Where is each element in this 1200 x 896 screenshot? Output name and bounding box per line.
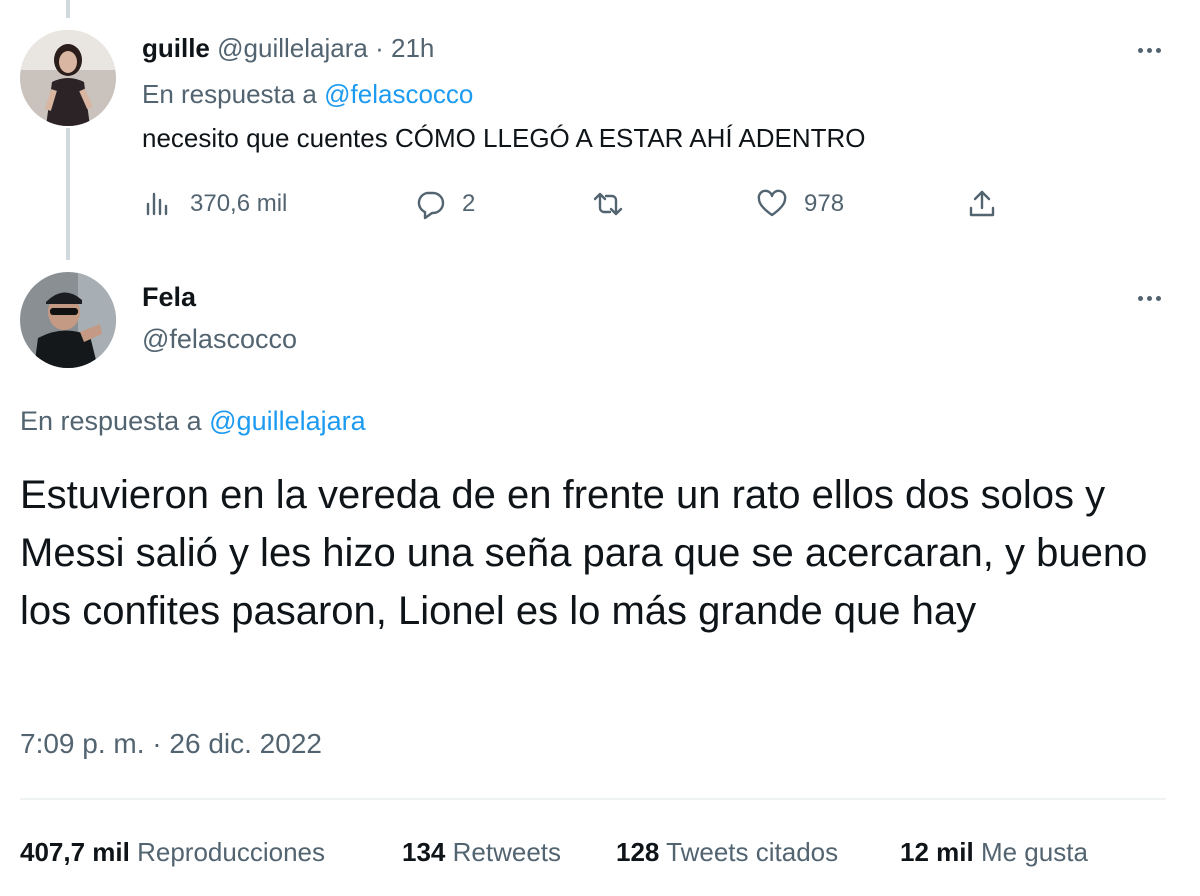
reply-action-bar: 370,6 mil 2 978 bbox=[142, 186, 1012, 222]
stat-quotes-label: Tweets citados bbox=[666, 837, 839, 867]
views-icon bbox=[146, 192, 168, 216]
reply-icon bbox=[417, 191, 445, 220]
stat-likes-label: Me gusta bbox=[980, 837, 1088, 867]
reply-more-button[interactable] bbox=[1132, 40, 1166, 60]
more-dot-icon bbox=[1155, 295, 1161, 301]
more-dot-icon bbox=[1137, 295, 1143, 301]
avatar-guille[interactable] bbox=[20, 30, 116, 126]
heart-icon bbox=[757, 189, 787, 217]
main-author-name[interactable]: Fela bbox=[142, 280, 196, 314]
reply-author-handle[interactable]: @guillelajara bbox=[217, 33, 368, 63]
stat-views-count: 407,7 mil bbox=[20, 837, 130, 867]
likes-count: 978 bbox=[804, 190, 845, 217]
stat-likes-count: 12 mil bbox=[900, 837, 974, 867]
replying-prefix: En respuesta a bbox=[142, 79, 317, 109]
reply-author-name[interactable]: guille bbox=[142, 33, 210, 63]
avatar-fela-image bbox=[20, 272, 116, 368]
stat-likes[interactable]: 12 mil Me gusta bbox=[900, 834, 1088, 870]
thread-connector bbox=[66, 128, 70, 260]
avatar-guille-image bbox=[20, 30, 116, 126]
replies-count: 2 bbox=[462, 190, 476, 217]
reply-tweet-header: guille @guillelajara · 21h bbox=[142, 32, 434, 64]
main-replying-to: En respuesta a @guillelajara bbox=[20, 404, 366, 438]
stat-retweets[interactable]: 134 Retweets bbox=[402, 834, 561, 870]
thread-connector-top bbox=[66, 0, 70, 18]
share-button[interactable] bbox=[966, 186, 998, 222]
replying-mention-link[interactable]: @felascocco bbox=[324, 79, 473, 109]
header-separator: · bbox=[375, 33, 384, 63]
stat-retweets-label: Retweets bbox=[452, 837, 562, 867]
more-dot-icon bbox=[1146, 295, 1152, 301]
retweet-icon bbox=[593, 192, 623, 216]
more-dot-icon bbox=[1155, 47, 1161, 53]
stat-quotes[interactable]: 128 Tweets citados bbox=[616, 834, 838, 870]
tweet-timestamp[interactable]: 7:09 p. m. · 26 dic. 2022 bbox=[20, 726, 322, 762]
replying-prefix: En respuesta a bbox=[20, 406, 202, 436]
replying-mention-link[interactable]: @guillelajara bbox=[209, 406, 366, 436]
share-icon bbox=[969, 190, 995, 217]
main-more-button[interactable] bbox=[1132, 288, 1166, 308]
more-dot-icon bbox=[1137, 47, 1143, 53]
stat-views[interactable]: 407,7 mil Reproducciones bbox=[20, 834, 325, 870]
stat-views-label: Reproducciones bbox=[137, 837, 325, 867]
divider bbox=[20, 798, 1166, 800]
more-dot-icon bbox=[1146, 47, 1152, 53]
stat-retweets-count: 134 bbox=[402, 837, 446, 867]
stat-quotes-count: 128 bbox=[616, 837, 660, 867]
retweet-button[interactable] bbox=[592, 186, 624, 222]
views-count: 370,6 mil bbox=[190, 190, 288, 217]
avatar-fela[interactable] bbox=[20, 272, 116, 368]
views-button[interactable]: 370,6 mil bbox=[142, 186, 287, 222]
reply-tweet-text: necesito que cuentes CÓMO LLEGÓ A ESTAR … bbox=[142, 123, 866, 153]
reply-button[interactable]: 2 bbox=[414, 186, 475, 222]
reply-replying-to: En respuesta a @felascocco bbox=[142, 78, 473, 110]
reply-time[interactable]: 21h bbox=[391, 33, 434, 63]
like-button[interactable]: 978 bbox=[756, 186, 844, 222]
main-author-handle[interactable]: @felascocco bbox=[142, 322, 297, 356]
main-tweet-text: Estuvieron en la vereda de en frente un … bbox=[20, 473, 1148, 633]
